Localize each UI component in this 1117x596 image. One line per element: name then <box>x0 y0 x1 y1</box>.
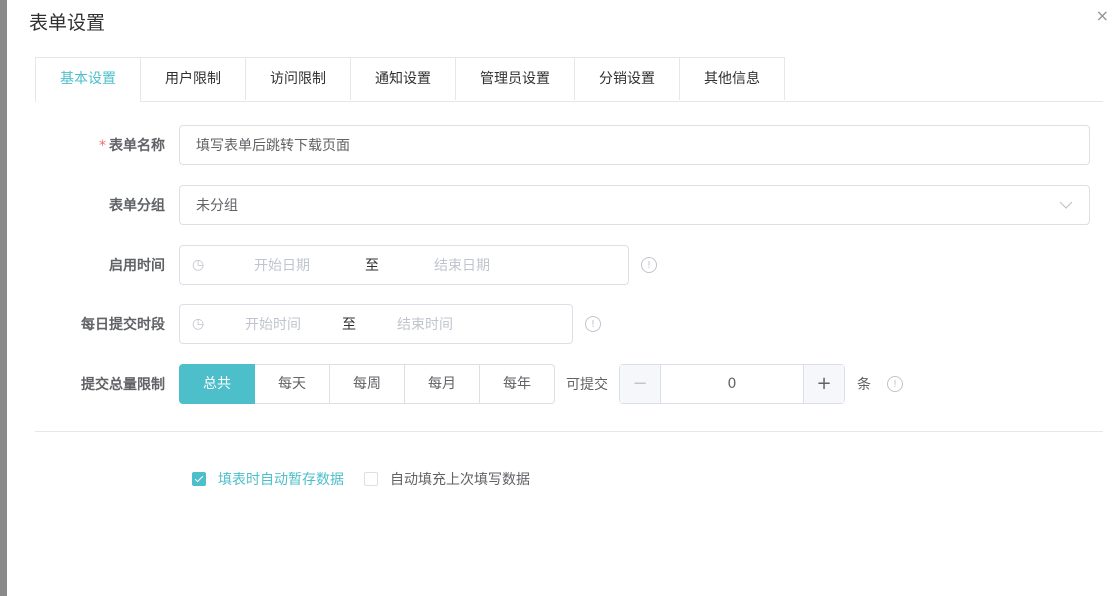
backdrop-edge <box>0 0 7 596</box>
form-name-row: * 表单名称 填写表单后跳转下载页面 <box>35 125 1090 165</box>
limit-daily-button[interactable]: 每天 <box>255 364 330 404</box>
info-icon[interactable]: ! <box>887 376 903 392</box>
enable-date-range-picker[interactable]: ◷ 开始日期 至 结束日期 <box>179 245 629 285</box>
submit-limit-row: 提交总量限制 总共 每天 每周 每月 每年 可提交 − 0 + 条 ! <box>35 364 903 404</box>
close-icon[interactable]: × <box>1096 6 1109 25</box>
checkbox-icon <box>364 472 378 486</box>
tab-distribution-settings[interactable]: 分销设置 <box>575 57 680 100</box>
submit-limit-label: 提交总量限制 <box>81 377 165 393</box>
limit-monthly-button[interactable]: 每月 <box>405 364 480 404</box>
settings-tabs: 基本设置 用户限制 访问限制 通知设置 管理员设置 分销设置 其他信息 <box>35 57 1103 102</box>
form-settings-dialog: 表单设置 × 基本设置 用户限制 访问限制 通知设置 管理员设置 分销设置 其他… <box>7 0 1117 596</box>
checkbox-checked-icon <box>192 472 206 486</box>
auto-save-checkbox[interactable]: 填表时自动暂存数据 <box>192 469 344 489</box>
required-mark: * <box>99 138 106 154</box>
tab-user-limit[interactable]: 用户限制 <box>141 57 246 100</box>
form-group-row: 表单分组 未分组 <box>35 185 1090 225</box>
end-date-input[interactable]: 结束日期 <box>392 255 532 275</box>
auto-save-label: 填表时自动暂存数据 <box>218 472 344 488</box>
tab-other-info[interactable]: 其他信息 <box>680 57 785 100</box>
section-divider <box>35 431 1103 432</box>
tab-notification-settings[interactable]: 通知设置 <box>351 57 456 100</box>
start-time-input[interactable]: 开始时间 <box>212 314 334 334</box>
limit-period-group: 总共 每天 每周 每月 每年 <box>179 364 555 404</box>
daily-period-row: 每日提交时段 ◷ 开始时间 至 结束时间 ! <box>35 304 601 344</box>
limit-yearly-button[interactable]: 每年 <box>480 364 555 404</box>
auto-fill-checkbox[interactable]: 自动填充上次填写数据 <box>364 469 530 489</box>
data-options: 填表时自动暂存数据 自动填充上次填写数据 <box>192 469 550 489</box>
can-submit-label: 可提交 <box>566 377 608 393</box>
tab-access-limit[interactable]: 访问限制 <box>246 57 351 100</box>
enable-time-row: 启用时间 ◷ 开始日期 至 结束日期 ! <box>35 245 657 285</box>
dialog-title: 表单设置 <box>29 12 106 34</box>
info-icon[interactable]: ! <box>641 257 657 273</box>
auto-fill-label: 自动填充上次填写数据 <box>390 472 530 488</box>
decrement-button[interactable]: − <box>620 365 661 403</box>
form-name-label: * 表单名称 <box>99 138 165 154</box>
start-date-input[interactable]: 开始日期 <box>212 255 352 275</box>
range-separator: 至 <box>365 258 379 274</box>
limit-weekly-button[interactable]: 每周 <box>330 364 405 404</box>
increment-button[interactable]: + <box>803 365 844 403</box>
tab-admin-settings[interactable]: 管理员设置 <box>456 57 575 100</box>
clock-icon: ◷ <box>192 316 205 332</box>
submit-count-stepper: − 0 + <box>619 364 845 404</box>
submit-count-input[interactable]: 0 <box>661 365 803 403</box>
range-separator: 至 <box>342 317 356 333</box>
form-name-input[interactable]: 填写表单后跳转下载页面 <box>179 125 1090 165</box>
unit-label: 条 <box>857 377 871 393</box>
clock-icon: ◷ <box>192 257 205 273</box>
daily-time-range-picker[interactable]: ◷ 开始时间 至 结束时间 <box>179 304 573 344</box>
limit-total-button[interactable]: 总共 <box>179 364 255 404</box>
chevron-down-icon <box>1059 198 1073 212</box>
form-group-label: 表单分组 <box>109 198 165 214</box>
info-icon[interactable]: ! <box>585 316 601 332</box>
daily-period-label: 每日提交时段 <box>81 317 165 333</box>
end-time-input[interactable]: 结束时间 <box>364 314 486 334</box>
form-group-select[interactable]: 未分组 <box>179 185 1090 225</box>
form-group-value: 未分组 <box>196 198 238 214</box>
tab-basic-settings[interactable]: 基本设置 <box>35 57 141 102</box>
enable-time-label: 启用时间 <box>109 258 165 274</box>
